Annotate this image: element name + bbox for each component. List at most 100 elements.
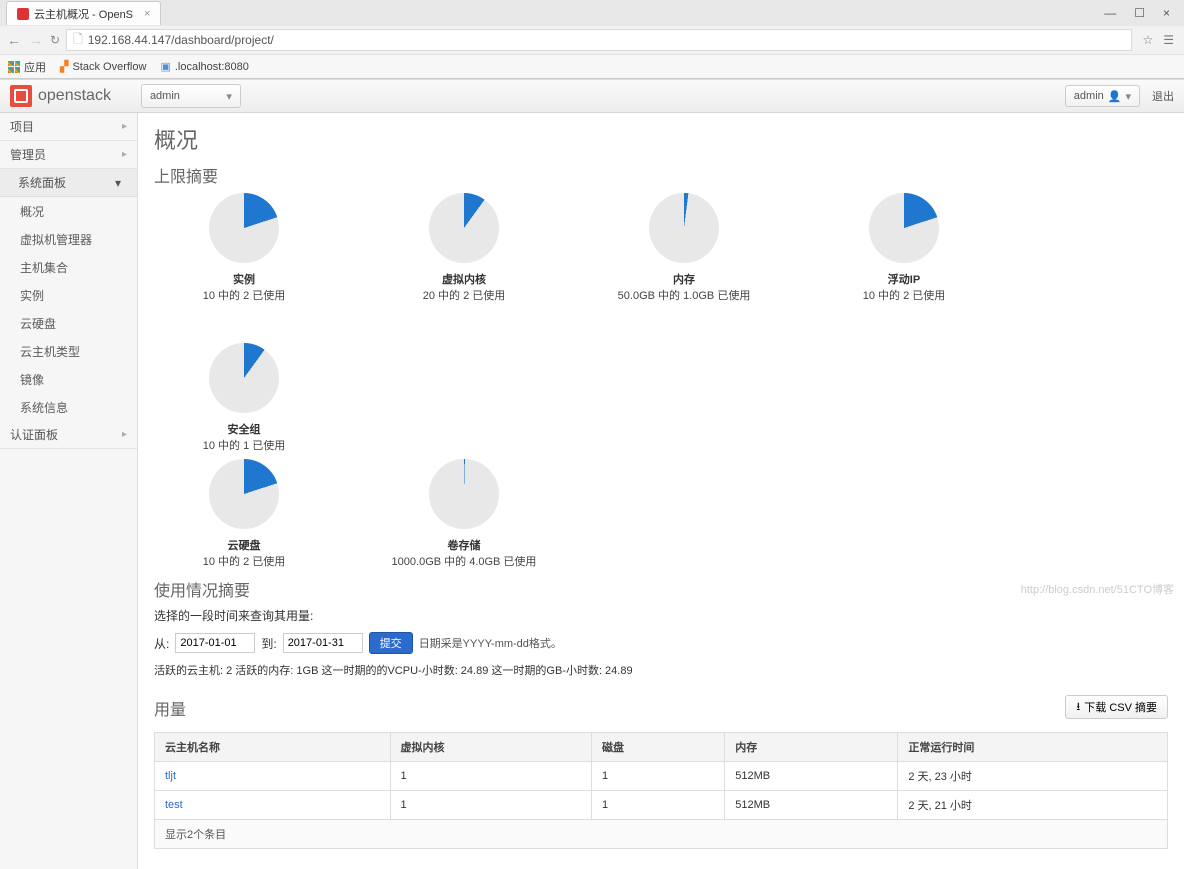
table-cell: 2 天, 23 小时: [898, 762, 1168, 791]
table-cell: 1: [390, 762, 591, 791]
bookmark-localhost[interactable]: ▣ .localhost:8080: [160, 60, 248, 73]
reload-icon[interactable]: ↻: [50, 33, 60, 47]
sidebar-item-label: 管理员: [10, 146, 46, 163]
user-menu[interactable]: admin 👤 ▾: [1065, 85, 1140, 107]
back-icon[interactable]: ←: [6, 32, 22, 48]
table-header: 虚拟内核: [390, 733, 591, 762]
table-cell[interactable]: tljt: [155, 762, 391, 791]
date-to-input[interactable]: [283, 633, 363, 653]
url-text: 192.168.44.147/dashboard/project/: [88, 33, 274, 47]
table-cell: 512MB: [725, 791, 898, 820]
bookmark-bar: 应用 ▞ Stack Overflow ▣ .localhost:8080: [0, 54, 1184, 78]
quota-pie: 安全组10 中的 1 已使用: [154, 343, 334, 453]
quota-pie: 云硬盘10 中的 2 已使用: [154, 459, 334, 569]
pie-chart: [209, 193, 279, 263]
sidebar-item-label: 认证面板: [10, 426, 58, 443]
bookmark-stack[interactable]: ▞ Stack Overflow: [60, 60, 146, 73]
pie-sub: 10 中的 2 已使用: [154, 287, 334, 303]
forward-icon[interactable]: →: [28, 32, 44, 48]
table-header: 内存: [725, 733, 898, 762]
top-nav: openstack admin ▾ admin 👤 ▾ 退出: [0, 79, 1184, 113]
sidebar-link[interactable]: 系统信息: [0, 393, 137, 421]
pie-chart: [649, 193, 719, 263]
pie-sub: 20 中的 2 已使用: [374, 287, 554, 303]
localhost-icon: ▣: [160, 60, 170, 73]
table-row: test11512MB2 天, 21 小时: [155, 791, 1168, 820]
table-cell: 1: [390, 791, 591, 820]
chevron-down-icon: ▾: [115, 176, 121, 190]
pie-chart: [869, 193, 939, 263]
sidebar-item-project[interactable]: 项目 ▸: [0, 113, 137, 141]
project-name: admin: [150, 90, 180, 102]
from-label: 从:: [154, 635, 169, 652]
sidebar-link[interactable]: 云硬盘: [0, 309, 137, 337]
user-icon[interactable]: ☰: [1163, 33, 1174, 47]
table-cell[interactable]: test: [155, 791, 391, 820]
sidebar-sub-system[interactable]: 系统面板 ▾: [0, 169, 137, 197]
sidebar-link[interactable]: 镜像: [0, 365, 137, 393]
pie-title: 实例: [154, 271, 334, 287]
date-hint: 日期采是YYYY-mm-dd格式。: [419, 635, 562, 651]
tab-title: 云主机概况 - OpenS: [34, 6, 133, 22]
table-footer: 显示2个条目: [154, 820, 1168, 849]
quota-pie-row: 实例10 中的 2 已使用虚拟内核20 中的 2 已使用内存50.0GB 中的 …: [154, 193, 1168, 453]
sidebar-link[interactable]: 虚拟机管理器: [0, 225, 137, 253]
chevron-right-icon: ▸: [122, 149, 127, 160]
date-from-input[interactable]: [175, 633, 255, 653]
quota-pie: 内存50.0GB 中的 1.0GB 已使用: [594, 193, 774, 303]
chevron-right-icon: ▸: [122, 429, 127, 440]
close-tab-icon[interactable]: ×: [144, 8, 150, 20]
star-icon[interactable]: ☆: [1142, 33, 1153, 47]
sidebar-link[interactable]: 实例: [0, 281, 137, 309]
url-input[interactable]: 🗋 192.168.44.147/dashboard/project/: [66, 29, 1132, 51]
usage-summary-heading: 使用情况摘要: [154, 577, 1168, 601]
pie-chart: [429, 193, 499, 263]
table-cell: 1: [591, 791, 724, 820]
address-bar: ← → ↻ 🗋 192.168.44.147/dashboard/project…: [0, 26, 1184, 54]
page-title: 概况: [154, 123, 1168, 155]
brand[interactable]: openstack: [10, 85, 111, 107]
maximize-icon[interactable]: ☐: [1134, 6, 1145, 20]
pie-sub: 50.0GB 中的 1.0GB 已使用: [594, 287, 774, 303]
watermark: http://blog.csdn.net/51CTO博客: [1021, 581, 1174, 597]
stack-icon: ▞: [60, 60, 68, 73]
pie-title: 浮动IP: [814, 271, 994, 287]
table-cell: 2 天, 21 小时: [898, 791, 1168, 820]
brand-text: openstack: [38, 87, 111, 105]
browser-chrome: 云主机概况 - OpenS × — ☐ × ← → ↻ 🗋 192.168.44…: [0, 0, 1184, 79]
sidebar-item-admin[interactable]: 管理员 ▸: [0, 141, 137, 169]
pie-chart: [209, 343, 279, 413]
sidebar-link[interactable]: 主机集合: [0, 253, 137, 281]
sidebar-link[interactable]: 概况: [0, 197, 137, 225]
sidebar-link[interactable]: 云主机类型: [0, 337, 137, 365]
minimize-icon[interactable]: —: [1104, 6, 1116, 20]
stack-label: Stack Overflow: [72, 61, 146, 73]
chevron-down-icon: ▾: [226, 90, 232, 103]
quota-pie-row: 云硬盘10 中的 2 已使用卷存储1000.0GB 中的 4.0GB 已使用: [154, 459, 1168, 569]
pie-title: 安全组: [154, 421, 334, 437]
table-cell: 512MB: [725, 762, 898, 791]
sidebar: 项目 ▸ 管理员 ▸ 系统面板 ▾ 概况虚拟机管理器主机集合实例云硬盘云主机类型…: [0, 113, 138, 869]
person-icon: 👤: [1108, 90, 1122, 103]
chevron-right-icon: ▸: [122, 121, 127, 132]
logout-link[interactable]: 退出: [1152, 88, 1174, 104]
apps-bookmark[interactable]: 应用: [8, 59, 46, 75]
pie-sub: 10 中的 2 已使用: [814, 287, 994, 303]
pie-chart: [209, 459, 279, 529]
brand-logo-icon: [10, 85, 32, 107]
download-csv-button[interactable]: ⭳ 下载 CSV 摘要: [1065, 695, 1168, 719]
sidebar-item-label: 系统面板: [18, 174, 66, 191]
project-select[interactable]: admin ▾: [141, 84, 241, 108]
download-icon: ⭳: [1076, 698, 1080, 717]
close-icon[interactable]: ×: [1163, 6, 1170, 20]
download-csv-label: 下载 CSV 摘要: [1084, 699, 1157, 715]
browser-tab[interactable]: 云主机概况 - OpenS ×: [6, 1, 161, 25]
table-header: 云主机名称: [155, 733, 391, 762]
sidebar-item-identity[interactable]: 认证面板 ▸: [0, 421, 137, 449]
submit-button[interactable]: 提交: [369, 632, 413, 654]
main-content: 概况 上限摘要 实例10 中的 2 已使用虚拟内核20 中的 2 已使用内存50…: [138, 113, 1184, 869]
table-header: 磁盘: [591, 733, 724, 762]
page-icon: 🗋: [73, 30, 83, 51]
pie-sub: 10 中的 2 已使用: [154, 553, 334, 569]
table-row: tljt11512MB2 天, 23 小时: [155, 762, 1168, 791]
